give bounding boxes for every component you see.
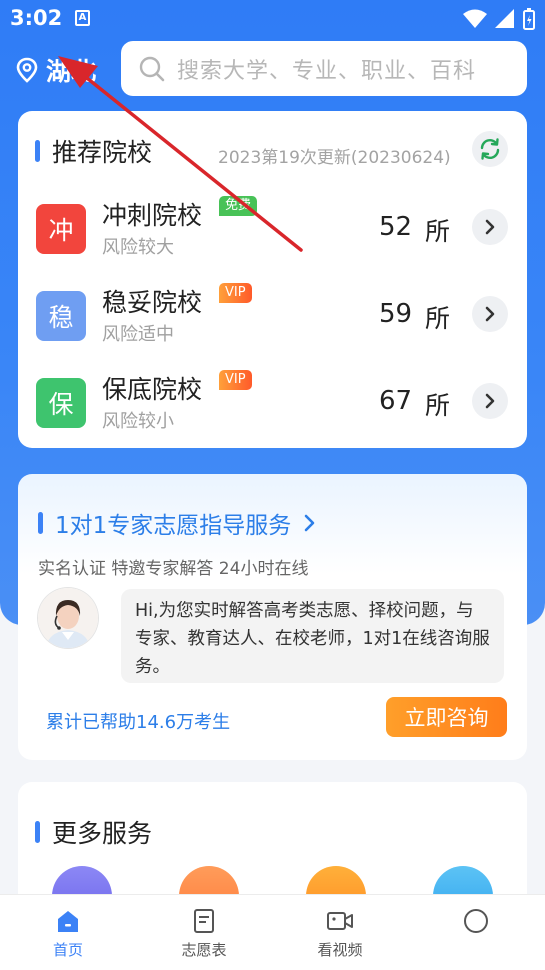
section-accent-bar — [38, 512, 43, 534]
row-arrow-button[interactable] — [472, 209, 508, 245]
form-icon — [194, 909, 214, 933]
home-icon — [58, 911, 78, 932]
search-icon — [139, 56, 165, 81]
app-notification-icon: A — [75, 10, 90, 26]
section-accent-bar — [35, 821, 40, 843]
recommend-row-sprint[interactable]: 冲 冲刺院校 免费 风险较大 52 所 — [18, 196, 527, 266]
consult-now-button[interactable]: 立即咨询 — [386, 697, 507, 737]
vip-tag: VIP — [219, 370, 252, 390]
section-accent-bar — [35, 140, 40, 162]
safe-badge: 保 — [36, 378, 86, 428]
location-pin-icon — [16, 57, 38, 83]
row-count: 52 — [379, 212, 413, 242]
more-services-header: 更多服务 — [35, 814, 152, 850]
expert-service-card: 1对1专家志愿指导服务 实名认证 特邀专家解答 24小时在线 Hi,为您实时解答… — [18, 474, 527, 760]
recommend-header: 推荐院校 — [35, 133, 152, 169]
chevron-right-icon — [485, 393, 495, 409]
row-risk: 风险适中 — [102, 324, 174, 345]
row-name: 稳妥院校 — [102, 288, 203, 317]
video-icon — [327, 912, 353, 930]
tab-volunteer-form-label: 志愿表 — [181, 941, 227, 959]
row-unit: 所 — [425, 304, 451, 333]
refresh-icon — [480, 138, 500, 160]
row-name: 冲刺院校 — [102, 201, 203, 230]
chevron-right-icon — [485, 219, 495, 235]
status-bar: 3:02 A — [0, 0, 545, 36]
tab-watch-video[interactable]: 看视频 — [272, 895, 408, 970]
refresh-button[interactable] — [472, 131, 508, 167]
row-arrow-button[interactable] — [472, 296, 508, 332]
recommend-row-stable[interactable]: 稳 稳妥院校 VIP 风险适中 59 所 — [18, 283, 527, 353]
row-count: 67 — [379, 386, 413, 416]
status-time: 3:02 — [10, 6, 63, 30]
profile-icon — [464, 909, 488, 933]
recommend-title: 推荐院校 — [52, 138, 153, 167]
update-note: 2023第19次更新(20230624) — [218, 148, 451, 168]
sprint-badge: 冲 — [36, 204, 86, 254]
row-risk: 风险较大 — [102, 237, 174, 258]
vip-tag: VIP — [219, 283, 252, 303]
stable-badge: 稳 — [36, 291, 86, 341]
expert-title: 1对1专家志愿指导服务 — [55, 513, 292, 539]
tab-home-label: 首页 — [52, 941, 83, 959]
expert-message-bubble: Hi,为您实时解答高考类志愿、择校问题，与专家、教育达人、在校老师，1对1在线咨… — [121, 589, 504, 683]
tab-watch-video-label: 看视频 — [317, 941, 363, 959]
location-selector[interactable]: 湖北 — [16, 52, 96, 88]
row-unit: 所 — [425, 391, 451, 420]
wifi-icon — [463, 9, 487, 28]
tab-profile[interactable] — [408, 895, 544, 970]
row-unit: 所 — [425, 217, 451, 246]
expert-header[interactable]: 1对1专家志愿指导服务 — [38, 506, 317, 540]
system-icons — [463, 8, 535, 30]
expert-avatar — [38, 588, 98, 648]
helped-count: 累计已帮助14.6万考生 — [46, 712, 231, 733]
chevron-right-icon — [485, 306, 495, 322]
free-tag: 免费 — [219, 196, 258, 216]
search-placeholder: 搜索大学、专业、职业、百科 — [177, 58, 477, 84]
recommend-card: 推荐院校 2023第19次更新(20230624) 冲 冲刺院校 免费 风险较大… — [18, 111, 527, 448]
more-services-title: 更多服务 — [52, 819, 153, 848]
expert-avatar-image — [38, 588, 98, 648]
row-arrow-button[interactable] — [472, 383, 508, 419]
signal-icon — [495, 9, 514, 28]
chevron-right-icon — [304, 514, 315, 532]
tab-volunteer-form[interactable]: 志愿表 — [136, 895, 272, 970]
location-city: 湖北 — [46, 57, 97, 86]
battery-icon — [523, 8, 535, 30]
expert-subtitle: 实名认证 特邀专家解答 24小时在线 — [38, 559, 309, 579]
tab-home[interactable]: 首页 — [0, 895, 136, 970]
bottom-tab-bar: 首页 志愿表 看视频 — [0, 894, 545, 970]
recommend-row-safe[interactable]: 保 保底院校 VIP 风险较小 67 所 — [18, 370, 527, 440]
row-name: 保底院校 — [102, 375, 203, 404]
search-bar[interactable]: 搜索大学、专业、职业、百科 — [121, 41, 527, 96]
row-count: 59 — [379, 299, 413, 329]
row-risk: 风险较小 — [102, 411, 174, 432]
